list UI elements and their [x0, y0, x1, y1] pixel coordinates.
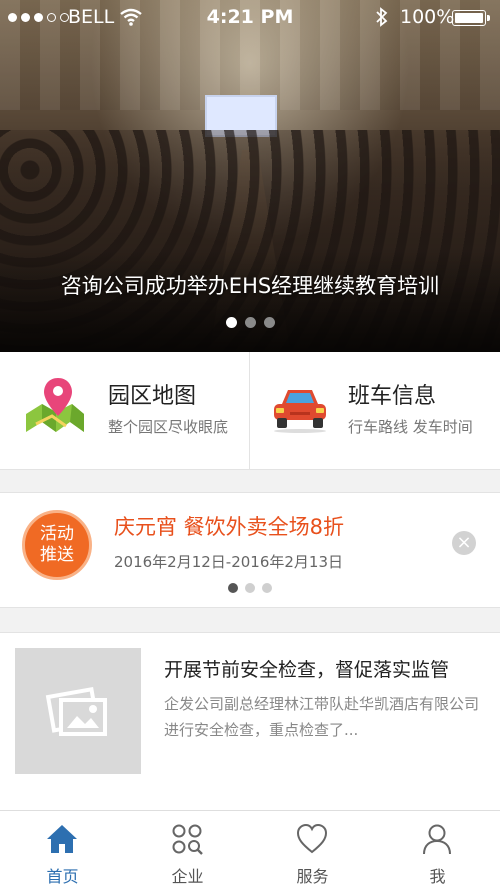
news-item[interactable]: 开展节前安全检查，督促落实监管 企发公司副总经理林江带队赴华凯酒店有限公司进行安…	[0, 632, 500, 810]
car-icon	[274, 390, 326, 433]
hero-gradient	[0, 250, 500, 352]
tab-home-label: 首页	[46, 867, 79, 886]
tab-home[interactable]: 首页	[0, 811, 125, 888]
promo-dot[interactable]	[262, 583, 272, 593]
shuttle-info-title: 班车信息	[348, 384, 437, 409]
banner-caption: 咨询公司成功举办EHS经理继续教育培训	[60, 274, 440, 298]
tab-me-label: 我	[429, 867, 446, 886]
banner-dot[interactable]	[263, 317, 275, 328]
grid-search-icon	[172, 824, 203, 855]
park-map-title: 园区地图	[108, 384, 197, 409]
map-pin-icon	[26, 378, 84, 432]
news-summary: 企发公司副总经理林江带队赴华凯酒店有限公司进行安全检查，重点检查了...	[164, 695, 480, 739]
hero-banner[interactable]: BELL 4:21 PM 100% 咨询公司成功举办EHS经理继续教育培训	[0, 0, 500, 352]
shuttle-info-card[interactable]: 班车信息 行车路线 发车时间	[250, 352, 500, 470]
promo-title: 庆元宵 餐饮外卖全场8折	[114, 515, 345, 539]
promo-date: 2016年2月12日-2016年2月13日	[114, 553, 344, 571]
promo-badge-line2: 推送	[40, 545, 74, 565]
tab-bar: 首页 企业 服务 我	[0, 810, 500, 888]
banner-page-dots[interactable]	[0, 317, 500, 328]
banner-dot[interactable]	[225, 317, 237, 328]
close-icon[interactable]: ×	[452, 531, 476, 555]
bluetooth-icon	[376, 7, 388, 27]
tab-enterprise[interactable]: 企业	[125, 811, 250, 888]
battery-icon	[452, 10, 490, 26]
status-bar: BELL 4:21 PM 100%	[0, 0, 500, 36]
banner-dot[interactable]	[244, 317, 256, 328]
tab-enterprise-label: 企业	[171, 867, 204, 886]
quick-links: 园区地图 整个园区尽收眼底 班车信息 行车路线 发车时间	[0, 352, 500, 470]
promo-badge-line1: 活动	[40, 524, 74, 544]
promo-dot[interactable]	[245, 583, 255, 593]
tab-me[interactable]: 我	[375, 811, 500, 888]
image-placeholder-icon	[45, 687, 107, 736]
user-icon	[423, 824, 451, 855]
shuttle-info-subtitle: 行车路线 发车时间	[348, 418, 473, 436]
heart-icon	[296, 823, 328, 854]
news-title: 开展节前安全检查，督促落实监管	[164, 659, 450, 681]
battery-percent: 100%	[400, 6, 455, 28]
promo-card[interactable]: 活动 推送 庆元宵 餐饮外卖全场8折 2016年2月12日-2016年2月13日…	[0, 492, 500, 608]
news-thumbnail	[15, 648, 141, 774]
tab-services-label: 服务	[296, 867, 329, 886]
promo-badge: 活动 推送	[22, 510, 92, 580]
home-icon	[47, 825, 77, 853]
promo-page-dots[interactable]	[0, 583, 500, 593]
promo-dot[interactable]	[228, 583, 238, 593]
tab-services[interactable]: 服务	[250, 811, 375, 888]
park-map-card[interactable]: 园区地图 整个园区尽收眼底	[0, 352, 250, 470]
park-map-subtitle: 整个园区尽收眼底	[108, 418, 229, 436]
